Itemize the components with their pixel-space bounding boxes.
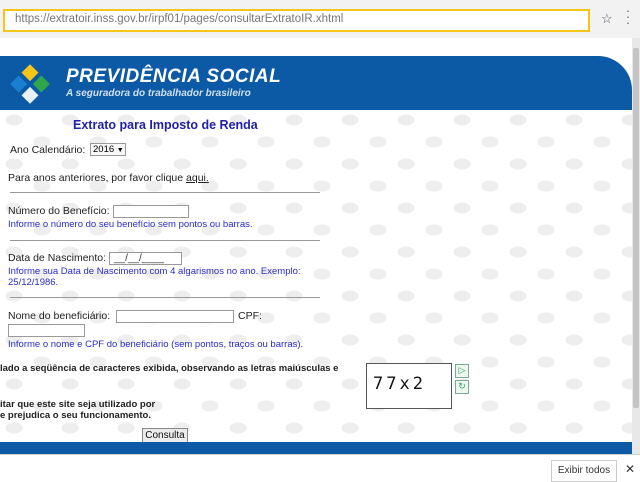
scrollbar-thumb[interactable] bbox=[633, 48, 639, 408]
brand-name: PREVIDÊNCIA SOCIAL bbox=[66, 66, 282, 87]
captcha-instruction: lado a seqüência de caracteres exibida, … bbox=[0, 363, 339, 374]
year-label: Ano Calendário: bbox=[10, 144, 86, 156]
captcha-reason-line-1: itar que este site seja utilizado por bbox=[0, 399, 156, 410]
show-all-button[interactable]: Exibir todos bbox=[551, 460, 617, 482]
name-input[interactable] bbox=[116, 310, 234, 323]
cpf-input[interactable] bbox=[8, 324, 85, 337]
audio-captcha-icon[interactable]: ↻ bbox=[455, 380, 469, 394]
year-select[interactable]: 2016 ▼ bbox=[90, 143, 126, 156]
footer-band bbox=[0, 442, 632, 454]
page-title: Extrato para Imposto de Renda bbox=[73, 118, 258, 132]
page-content: PREVIDÊNCIA SOCIAL A seguradora do traba… bbox=[0, 38, 632, 454]
benefit-input[interactable] bbox=[113, 205, 189, 218]
previous-years-label: Para anos anteriores, por favor clique bbox=[8, 172, 184, 184]
submit-button[interactable]: Consulta bbox=[142, 428, 188, 443]
divider bbox=[10, 240, 320, 241]
brand-tagline: A seguradora do trabalhador brasileiro bbox=[66, 88, 251, 99]
cpf-label: CPF: bbox=[238, 310, 262, 322]
divider bbox=[10, 297, 320, 298]
close-icon[interactable]: ✕ bbox=[625, 462, 635, 476]
chevron-down-icon: ▼ bbox=[116, 147, 124, 154]
browser-toolbar: https://extratoir.inss.gov.br/irpf01/pag… bbox=[0, 0, 640, 38]
divider bbox=[10, 192, 320, 193]
download-bar bbox=[0, 454, 640, 482]
benefit-label: Número do Benefício: bbox=[8, 205, 110, 217]
previous-years-link[interactable]: aqui. bbox=[186, 172, 209, 184]
previous-years-text: Para anos anteriores, por favor clique a… bbox=[8, 172, 209, 184]
birth-hint-line-2: 25/12/1986. bbox=[8, 277, 59, 288]
previdencia-logo bbox=[10, 64, 50, 104]
year-select-value: 2016 bbox=[93, 144, 115, 155]
menu-icon[interactable]: · · · bbox=[625, 4, 631, 29]
refresh-captcha-icon[interactable]: ▷ bbox=[455, 364, 469, 378]
url-text: https://extratoir.inss.gov.br/irpf01/pag… bbox=[15, 13, 344, 25]
benefit-hint: Informe o número do seu benefício sem po… bbox=[8, 219, 253, 230]
star-icon[interactable]: ☆ bbox=[601, 11, 613, 27]
scrollbar[interactable] bbox=[632, 38, 640, 454]
captcha-text: 77x2 bbox=[373, 374, 426, 394]
birth-input[interactable]: __/__/____ bbox=[109, 252, 182, 265]
captcha-reason-line-2: e prejudica o seu funcionamento. bbox=[0, 410, 151, 421]
birth-label: Data de Nascimento: bbox=[8, 252, 107, 264]
address-bar[interactable]: https://extratoir.inss.gov.br/irpf01/pag… bbox=[3, 9, 590, 32]
name-hint: Informe o nome e CPF do beneficiário (se… bbox=[8, 339, 304, 350]
captcha-image: 77x2 bbox=[366, 363, 452, 409]
name-label: Nome do beneficiário: bbox=[8, 310, 111, 322]
